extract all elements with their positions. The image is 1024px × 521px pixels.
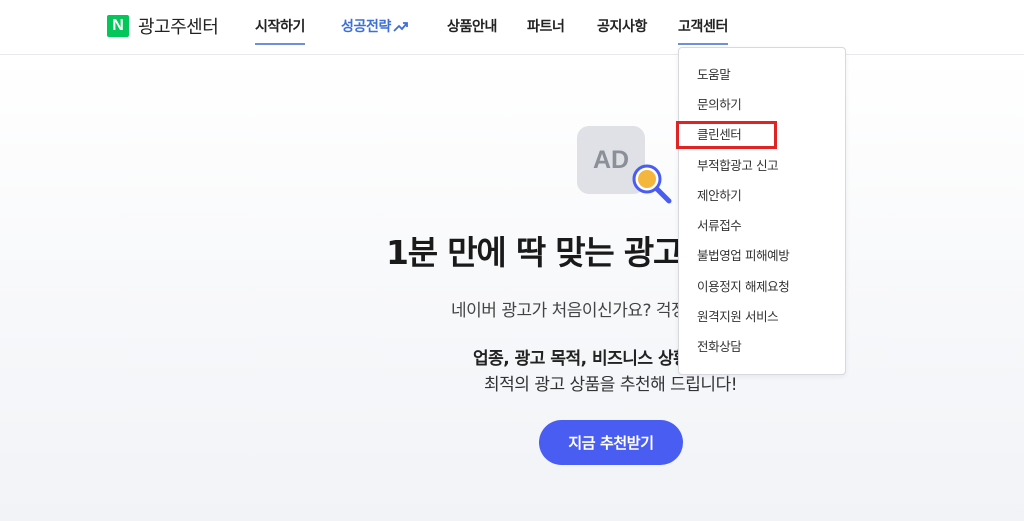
naver-n-icon: N (107, 15, 129, 37)
menu-item-remote-support[interactable]: 원격지원 서비스 (697, 308, 779, 326)
nav-success-strategy[interactable]: 성공전략 (341, 16, 409, 36)
menu-item-unsuspend-request[interactable]: 이용정지 해제요청 (697, 278, 790, 296)
top-header: N 광고주센터 시작하기 성공전략 상품안내 파트너 공지사항 고객센터 (0, 0, 1024, 55)
customer-center-dropdown: 도움말 문의하기 클린센터 부적합광고 신고 제안하기 서류접수 불법영업 피해… (678, 47, 846, 375)
nav-customer-center[interactable]: 고객센터 (678, 16, 728, 45)
menu-item-inquiry[interactable]: 문의하기 (697, 96, 742, 114)
nav-start[interactable]: 시작하기 (255, 16, 305, 45)
hero-title: 1분 만에 딱 맞는 광고 (386, 233, 683, 272)
hero-section (0, 56, 1024, 521)
menu-item-help[interactable]: 도움말 (697, 66, 731, 84)
naver-ads-logo[interactable]: N 광고주센터 (107, 13, 219, 39)
nav-notices[interactable]: 공지사항 (597, 16, 647, 36)
hero-bold-line: 업종, 광고 목적, 비즈니스 상황 (473, 349, 689, 369)
menu-item-clean-center[interactable]: 클린센터 (697, 126, 742, 144)
logo-title: 광고주센터 (138, 17, 219, 38)
menu-item-fraud-prevention[interactable]: 불법영업 피해예방 (697, 247, 790, 265)
ad-search-illustration: AD (577, 126, 673, 206)
menu-item-report-ad[interactable]: 부적합광고 신고 (697, 157, 779, 175)
menu-item-documents[interactable]: 서류접수 (697, 217, 742, 235)
menu-item-phone-consult[interactable]: 전화상담 (697, 338, 742, 356)
nav-partners[interactable]: 파트너 (527, 16, 565, 36)
get-recommendation-button[interactable]: 지금 추천받기 (539, 420, 683, 465)
magnifier-icon (632, 164, 672, 204)
nav-success-strategy-label: 성공전략 (341, 19, 391, 35)
trend-up-icon (393, 22, 408, 32)
menu-item-suggest[interactable]: 제안하기 (697, 187, 742, 205)
hero-subtitle: 네이버 광고가 처음이신가요? 걱정 (451, 301, 687, 321)
nav-products[interactable]: 상품안내 (447, 16, 497, 36)
